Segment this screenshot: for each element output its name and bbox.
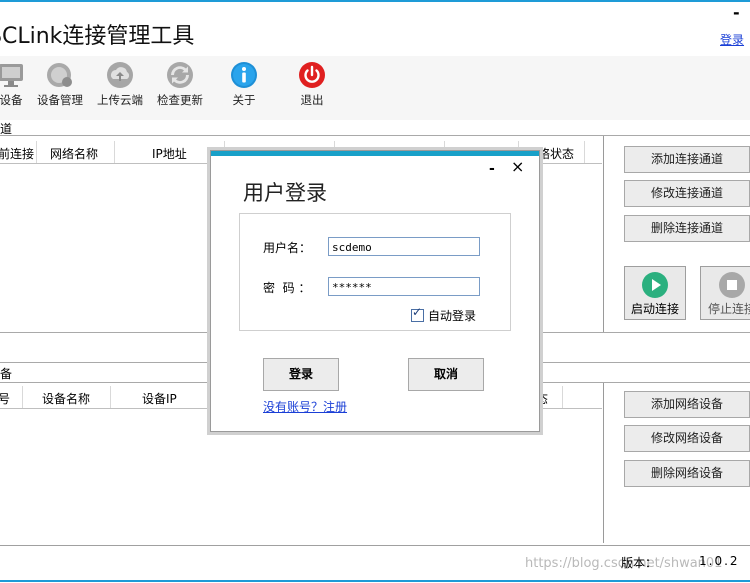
power-icon	[299, 62, 325, 88]
toolbar-check-update-button[interactable]: 检查更新	[151, 60, 209, 108]
dialog-title: 用户登录	[243, 181, 327, 205]
col-front-connect: 前连接	[0, 147, 35, 161]
channel-panel-divider	[603, 136, 604, 332]
col-sep	[114, 141, 115, 163]
window-minimize-button[interactable]: -	[733, 3, 740, 22]
edit-channel-button[interactable]: 修改连接通道	[624, 180, 750, 207]
dialog-top-bar	[211, 151, 539, 156]
play-icon	[642, 272, 668, 298]
start-connect-button[interactable]: 启动连接	[624, 266, 686, 320]
add-channel-button[interactable]: 添加连接通道	[624, 146, 750, 173]
device-panel-divider	[603, 383, 604, 543]
cancel-button[interactable]: 取消	[408, 358, 484, 391]
col-network-name: 网络名称	[50, 147, 99, 161]
delete-device-button[interactable]: 删除网络设备	[624, 460, 750, 487]
delete-channel-button[interactable]: 删除连接通道	[624, 215, 750, 242]
login-link[interactable]: 登录	[720, 31, 744, 48]
checkmark-icon: ✓	[412, 305, 423, 319]
toolbar-cloud-upload-button[interactable]: 上传云端	[91, 60, 149, 108]
device-manage-icon	[47, 63, 72, 87]
cloud-upload-icon	[107, 62, 133, 88]
device-section-title: 设备	[0, 367, 13, 381]
col-sep	[562, 386, 563, 408]
edit-device-button[interactable]: 修改网络设备	[624, 425, 750, 452]
col-sep	[584, 141, 585, 163]
col-ip-address: IP地址	[152, 147, 187, 161]
password-label: 密 码 ：	[263, 281, 311, 295]
monitor-icon	[0, 64, 23, 87]
toolbar: 设备 设备管理 上传云端 检查更新 关于 退出	[0, 56, 750, 120]
stop-connect-button[interactable]: 停止连接	[700, 266, 750, 320]
col-device-ip: 设备IP	[142, 392, 177, 406]
stop-icon	[719, 272, 745, 298]
channel-divider	[0, 135, 750, 136]
login-dialog: - × 用户登录 用户名： scdemo 密 码 ： ****** ✓ 自动登录…	[210, 150, 540, 432]
password-input[interactable]: ******	[328, 277, 480, 296]
col-sep	[22, 386, 23, 408]
refresh-icon	[167, 62, 193, 88]
app-title: SCLink连接管理工具	[0, 24, 195, 49]
dialog-close-button[interactable]: ×	[511, 157, 524, 176]
register-link[interactable]: 没有账号？注册	[263, 398, 347, 415]
toolbar-exit-button[interactable]: 退出	[283, 60, 341, 108]
username-label: 用户名：	[263, 241, 312, 255]
auto-login-label: 自动登录	[428, 309, 477, 323]
info-icon	[231, 62, 257, 88]
version-value: 1.0.2	[699, 554, 740, 568]
col-device-name: 设备名称	[42, 392, 91, 406]
dialog-minimize-button[interactable]: -	[489, 161, 495, 177]
window-top-border	[0, 0, 750, 2]
col-number: 号	[0, 392, 11, 406]
add-device-button[interactable]: 添加网络设备	[624, 391, 750, 418]
login-button[interactable]: 登录	[263, 358, 339, 391]
col-sep	[110, 386, 111, 408]
version-label: 版本：	[621, 556, 658, 570]
toolbar-about-button[interactable]: 关于	[215, 60, 273, 108]
username-input[interactable]: scdemo	[328, 237, 480, 256]
col-sep	[36, 141, 37, 163]
toolbar-device-manage-button[interactable]: 设备管理	[31, 60, 89, 108]
